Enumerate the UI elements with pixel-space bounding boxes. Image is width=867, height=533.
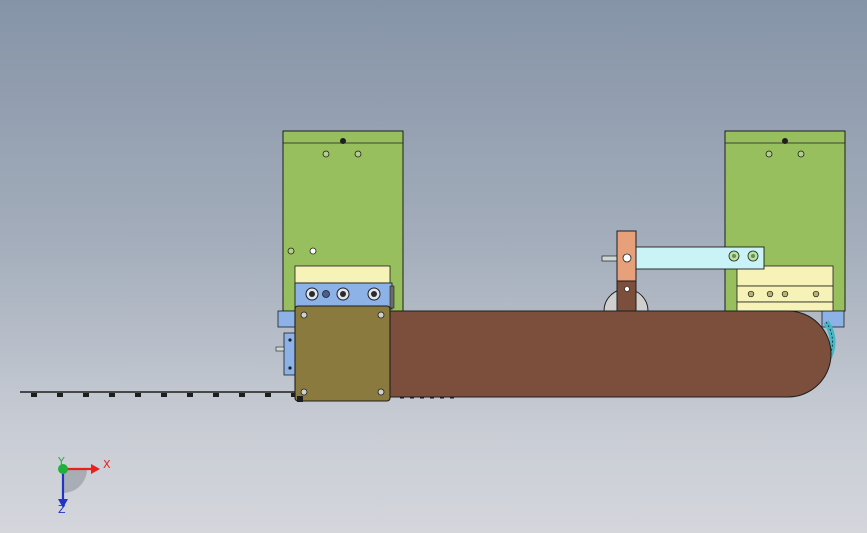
cad-viewport[interactable]: X Y Z bbox=[0, 0, 867, 533]
z-axis-label: Z bbox=[58, 503, 66, 516]
x-axis-label: X bbox=[103, 458, 111, 471]
rail-feet bbox=[31, 393, 297, 397]
left-yellow-plate[interactable] bbox=[294, 265, 391, 284]
y-axis-label: Y bbox=[57, 455, 65, 468]
axis-triad-icon: X Y Z bbox=[57, 455, 111, 516]
conveyor-belt[interactable] bbox=[388, 310, 832, 398]
right-yellow-plate[interactable] bbox=[736, 265, 834, 312]
cad-model-view: X Y Z bbox=[20, 130, 846, 516]
left-blue-clamp[interactable] bbox=[294, 282, 395, 310]
